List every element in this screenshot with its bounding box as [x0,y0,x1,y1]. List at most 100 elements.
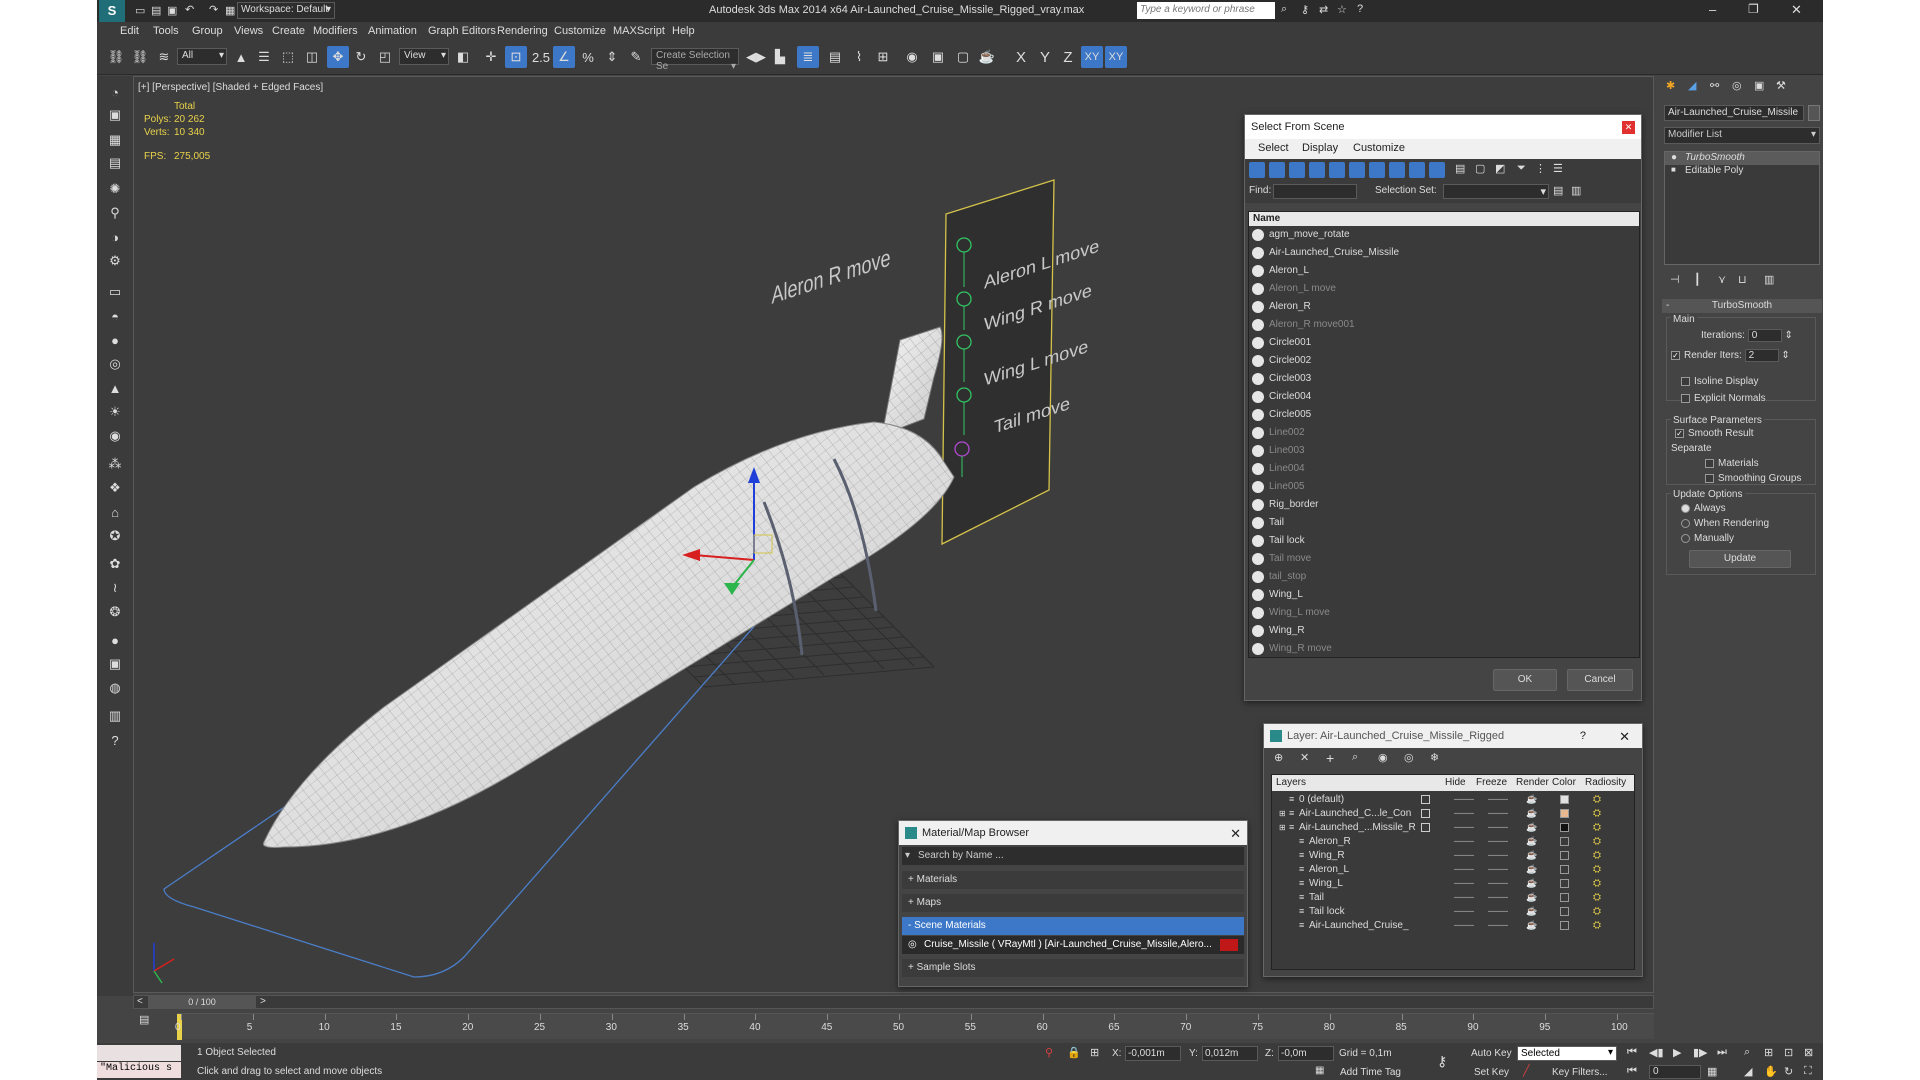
scene-object-item[interactable]: Circle005 [1249,406,1639,424]
maxscript-mini-bar[interactable] [97,1045,181,1061]
current-layer-checkbox[interactable] [1421,809,1430,818]
close-icon[interactable]: ✕ [1619,725,1630,749]
filter-spacewarps-icon[interactable] [1349,162,1365,178]
sphere-half-icon[interactable]: ◓ [104,305,126,327]
dynamics-icon[interactable]: ❖ [104,477,126,499]
hierarchy-tab-icon[interactable]: ⚯ [1710,79,1719,92]
prev-frame-icon[interactable]: < [137,996,143,1007]
filter-geometry-icon[interactable] [1249,162,1265,178]
sun-icon[interactable]: ☀ [104,401,126,423]
filter-icon[interactable]: ⏷ [1517,162,1526,175]
col-render[interactable]: Render [1516,777,1549,788]
fur-icon[interactable]: ❂ [104,601,126,623]
scene-object-item[interactable]: Line002 [1249,424,1639,442]
frame-track[interactable]: 0 5 10 15 20 25 30 35 40 45 50 55 60 65 70 75 80 85 90 95 10… [175,1013,1654,1040]
ref-coord-select[interactable]: View ▾ [399,48,449,65]
new-file-icon[interactable]: ▭ [135,4,145,17]
material-search-input[interactable]: ▾ Search by Name ... [902,847,1244,865]
options-icon[interactable]: ☰ [1553,162,1563,175]
section-scene-materials[interactable]: - Scene Materials [902,917,1244,935]
sphere-icon[interactable]: ● [104,329,126,351]
search-input[interactable]: Type a keyword or phrase [1137,2,1275,19]
scene-object-item[interactable]: Wing_R [1249,622,1639,640]
select-object-icon[interactable]: ▲ [230,46,252,68]
transform-mode-icon[interactable]: ⊞ [1090,1046,1099,1059]
remove-modifier-icon[interactable]: ⊔ [1738,273,1747,286]
scene-material-item[interactable]: ◎ Cruise_Missile ( VRayMtl ) [Air-Launche… [902,936,1244,954]
unlink-icon[interactable]: ⛓ [129,46,151,68]
object-name-field[interactable]: Air-Launched_Cruise_Missile [1664,105,1804,121]
move-icon[interactable]: ✥ [327,46,349,68]
expand-icon[interactable]: ■ [1671,165,1676,174]
layer-color-swatch[interactable] [1560,879,1569,888]
goto-start-icon[interactable]: ⏮ [1627,1046,1637,1059]
spinner-icon[interactable]: ⇕ [1784,330,1792,341]
when-rendering-radio[interactable] [1681,518,1690,528]
percent-snap-icon[interactable]: % [577,46,599,68]
mirror-icon[interactable]: ◀▶ [745,46,767,68]
scale-icon[interactable]: ◰ [374,46,396,68]
layer-color-swatch[interactable] [1560,823,1569,832]
make-unique-icon[interactable]: ⋎ [1718,273,1726,286]
z-coord-field[interactable]: -0,0m [1278,1046,1334,1061]
section-sample-slots[interactable]: + Sample Slots [902,959,1244,977]
globe-icon[interactable]: ✪ [104,525,126,547]
motion-icon[interactable]: ◑ [104,226,126,248]
scene-object-item[interactable]: Wing_R move [1249,640,1639,657]
scene-object-item[interactable]: Line005 [1249,478,1639,496]
zoom-icon[interactable]: ⌕ [1744,1046,1750,1059]
current-layer-checkbox[interactable] [1421,795,1430,804]
manually-radio[interactable] [1681,533,1690,543]
scene-object-item[interactable]: Tail [1249,514,1639,532]
schematic-view-icon[interactable]: ⊞ [872,46,894,68]
graphite-icon[interactable]: ▤ [824,46,846,68]
set-key-button[interactable]: Set Key [1474,1067,1509,1078]
exchange-icon[interactable]: ⇄ [1319,3,1328,16]
table-icon[interactable]: ▤ [104,152,126,174]
disc-icon[interactable]: ◉ [104,425,126,447]
section-maps[interactable]: + Maps [902,894,1244,912]
update-button[interactable]: Update [1689,550,1791,568]
scene-object-item[interactable]: Wing_L [1249,586,1639,604]
new-layer-icon[interactable]: ⊕ [1274,751,1283,764]
scene-object-item[interactable]: Circle004 [1249,388,1639,406]
maxscript-listener[interactable]: "Malicious s [97,1062,181,1078]
show-end-result-icon[interactable]: ┃ [1694,273,1701,286]
menu-create[interactable]: Create [272,25,305,37]
camera-icon[interactable]: ⌂ [104,501,126,523]
modify-tab-icon[interactable]: ◢ [1688,79,1696,92]
axis-xy-constraint-button[interactable]: XY [1105,46,1127,68]
workspace-select[interactable]: Workspace: Default ▾ [237,2,335,19]
hierarchy-display-icon[interactable]: ⋮ [1535,162,1546,175]
axis-xy-button[interactable]: XY [1081,46,1103,68]
layer-color-swatch[interactable] [1560,907,1569,916]
scene-object-item[interactable]: Aleron_L move [1249,280,1639,298]
save-icon[interactable]: ▣ [167,4,177,17]
menu-edit[interactable]: Edit [120,25,139,37]
menu-modifiers[interactable]: Modifiers [313,25,358,37]
selection-set-add-icon[interactable]: ▤ [1553,184,1563,197]
cone-icon[interactable]: ▲ [104,377,126,399]
auto-key-button[interactable]: Auto Key [1471,1048,1512,1059]
tab-select[interactable]: Select [1258,142,1289,154]
smooth-result-checkbox[interactable]: ✓ [1675,428,1684,438]
bind-space-warp-icon[interactable]: ≋ [153,46,175,68]
lock-icon[interactable]: 🔒 [1067,1046,1081,1059]
render-teapot-icon[interactable]: ☕ [1526,917,1537,934]
scene-object-item[interactable]: Line004 [1249,460,1639,478]
angle-snap-icon[interactable]: ∠ [553,46,575,68]
object-color-swatch[interactable] [1808,105,1820,121]
help-icon[interactable]: ? [1357,3,1363,15]
y-coord-field[interactable]: 0,012m [1202,1046,1258,1061]
delete-layer-icon[interactable]: ✕ [1300,751,1309,764]
rect-selection-icon[interactable]: ⬚ [277,46,299,68]
find-input[interactable] [1273,184,1357,199]
open-file-icon[interactable]: ▤ [151,4,161,17]
binoculars-icon[interactable]: ⌕ [1281,3,1287,16]
set-key-icon[interactable]: ╱ [1523,1064,1530,1077]
filter-helpers-icon[interactable] [1329,162,1345,178]
current-layer-checkbox[interactable] [1421,823,1430,832]
panel-icon[interactable]: ▥ [104,705,126,727]
particles-icon[interactable]: ⁂ [104,453,126,475]
menu-help[interactable]: Help [672,25,695,37]
